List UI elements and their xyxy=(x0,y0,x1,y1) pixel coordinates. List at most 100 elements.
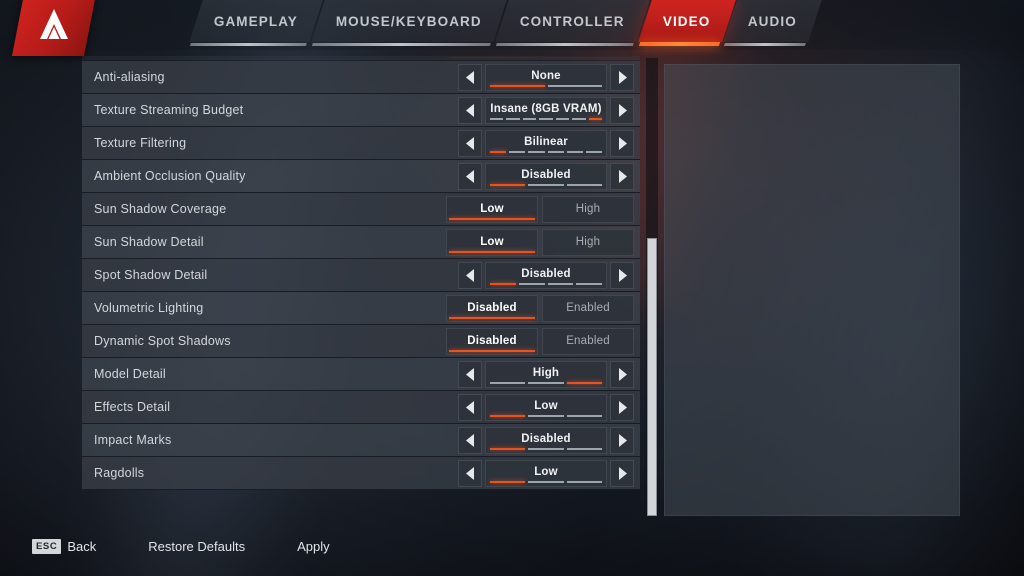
chevron-left-icon[interactable] xyxy=(458,130,482,157)
setting-control: Low High xyxy=(446,196,634,223)
setting-value-box[interactable]: High xyxy=(485,361,607,388)
tab-label: GAMEPLAY xyxy=(214,13,299,29)
chevron-right-icon[interactable] xyxy=(610,427,634,454)
setting-row[interactable]: Spot Shadow Detail Disabled xyxy=(82,259,640,292)
chevron-right-icon[interactable] xyxy=(610,97,634,124)
setting-toggle-group: Disabled Enabled xyxy=(446,328,634,355)
setting-row[interactable]: Impact Marks Disabled xyxy=(82,424,640,457)
level-segment xyxy=(528,184,564,186)
toggle-option-label: Enabled xyxy=(566,301,610,314)
toggle-option-button[interactable]: High xyxy=(542,196,634,223)
toggle-option-button[interactable]: High xyxy=(542,229,634,256)
setting-label: Ambient Occlusion Quality xyxy=(94,169,246,183)
setting-row[interactable]: Sun Shadow Coverage Low High xyxy=(82,193,640,226)
chevron-right-icon[interactable] xyxy=(610,163,634,190)
toggle-option-button[interactable]: Disabled xyxy=(446,295,538,322)
settings-scrollbar-thumb[interactable] xyxy=(647,238,657,516)
footer-action-back[interactable]: ESC Back xyxy=(32,538,96,554)
setting-value-box[interactable]: Low xyxy=(485,394,607,421)
setting-row[interactable]: Effects Detail Low xyxy=(82,391,640,424)
chevron-left-icon[interactable] xyxy=(458,262,482,289)
chevron-left-icon[interactable] xyxy=(458,427,482,454)
footer-action-restore-defaults[interactable]: Restore Defaults xyxy=(148,539,245,554)
setting-value: Disabled xyxy=(521,268,571,280)
setting-value-box[interactable]: Disabled xyxy=(485,262,607,289)
setting-row[interactable]: Texture Filtering Bilinear xyxy=(82,127,640,160)
setting-value-box[interactable]: Disabled xyxy=(485,163,607,190)
tab-video[interactable]: VIDEO xyxy=(637,0,736,42)
toggle-option-button[interactable]: Low xyxy=(446,196,538,223)
tab-audio[interactable]: AUDIO xyxy=(723,0,823,42)
setting-value-box[interactable]: Low xyxy=(485,460,607,487)
toggle-option-button[interactable]: Enabled xyxy=(542,56,634,58)
setting-value-box[interactable]: Disabled xyxy=(485,427,607,454)
toggle-option-button[interactable]: Disabled xyxy=(446,328,538,355)
chevron-left-icon[interactable] xyxy=(458,460,482,487)
tab-label: CONTROLLER xyxy=(520,13,625,29)
setting-control: None xyxy=(458,64,634,91)
setting-row[interactable]: Sun Shadow Detail Low High xyxy=(82,226,640,259)
toggle-option-button[interactable]: Disabled xyxy=(446,56,538,58)
top-bar: GAMEPLAY MOUSE/KEYBOARD CONTROLLER VIDEO AUD… xyxy=(0,0,1024,56)
setting-label: Texture Streaming Budget xyxy=(94,103,244,117)
setting-level-indicator xyxy=(490,151,603,153)
chevron-right-icon[interactable] xyxy=(610,460,634,487)
setting-value-box[interactable]: None xyxy=(485,64,607,91)
tab-controller[interactable]: CONTROLLER xyxy=(495,0,650,42)
level-segment xyxy=(490,481,526,483)
chevron-left-icon[interactable] xyxy=(458,394,482,421)
chevron-right-icon[interactable] xyxy=(610,262,634,289)
footer-action-label: Restore Defaults xyxy=(148,538,246,554)
toggle-option-button[interactable]: Enabled xyxy=(542,328,634,355)
esc-key-badge: ESC xyxy=(32,538,62,554)
setting-row[interactable]: Ragdolls Low xyxy=(82,457,640,490)
setting-value: Low xyxy=(534,400,558,412)
level-segment xyxy=(509,151,526,153)
tab-mouse-keyboard[interactable]: MOUSE/KEYBOARD xyxy=(311,0,507,42)
level-segment xyxy=(490,184,526,186)
toggle-option-button[interactable]: Low xyxy=(446,229,538,256)
setting-level-indicator xyxy=(490,85,602,87)
setting-row[interactable]: Anti-aliasing None xyxy=(82,61,640,94)
setting-row[interactable]: Texture Streaming Budget Insane (8GB VRAM… xyxy=(82,94,640,127)
setting-control: Low High xyxy=(446,229,634,256)
chevron-left-icon[interactable] xyxy=(458,64,482,91)
level-segment xyxy=(528,415,564,417)
settings-scrollbar-track[interactable] xyxy=(646,58,658,516)
level-segment xyxy=(528,151,545,153)
setting-toggle-group: Disabled Enabled xyxy=(446,56,634,58)
setting-row[interactable]: Dynamic Spot Shadows Disabled Enabled xyxy=(82,325,640,358)
chevron-left-icon[interactable] xyxy=(458,163,482,190)
setting-row[interactable]: Volumetric Lighting Disabled Enabled xyxy=(82,292,640,325)
toggle-option-label: Low xyxy=(480,235,504,248)
setting-label: Ragdolls xyxy=(94,466,145,480)
chevron-right-icon[interactable] xyxy=(610,361,634,388)
toggle-option-label: Enabled xyxy=(566,334,610,347)
footer-action-apply[interactable]: Apply xyxy=(297,539,330,554)
setting-row[interactable]: Model Detail High xyxy=(82,358,640,391)
setting-value-box[interactable]: Insane (8GB VRAM) xyxy=(485,97,607,124)
setting-row[interactable]: Ambient Occlusion Quality Disabled xyxy=(82,160,640,193)
toggle-option-button[interactable]: Enabled xyxy=(542,295,634,322)
setting-level-indicator xyxy=(490,283,602,285)
chevron-right-icon[interactable] xyxy=(610,130,634,157)
setting-value-box[interactable]: Bilinear xyxy=(485,130,607,157)
setting-label: Anti-aliasing xyxy=(94,70,165,84)
setting-level-indicator xyxy=(490,448,602,450)
chevron-left-icon[interactable] xyxy=(458,97,482,124)
level-segment xyxy=(490,415,526,417)
setting-value: Low xyxy=(534,466,558,478)
setting-control: Disabled xyxy=(458,163,634,190)
setting-label: Dynamic Spot Shadows xyxy=(94,334,231,348)
settings-list: Adaptive SupersamplingDisabledEnabledAnt… xyxy=(82,56,640,490)
level-segment xyxy=(518,283,545,285)
level-segment xyxy=(555,118,570,120)
setting-value: Bilinear xyxy=(524,136,568,148)
chevron-right-icon[interactable] xyxy=(610,64,634,91)
setting-toggle-group: Low High xyxy=(446,196,634,223)
chevron-left-icon[interactable] xyxy=(458,361,482,388)
tab-gameplay[interactable]: GAMEPLAY xyxy=(189,0,323,42)
level-segment xyxy=(490,85,545,87)
setting-control: Disabled Enabled xyxy=(446,295,634,322)
chevron-right-icon[interactable] xyxy=(610,394,634,421)
